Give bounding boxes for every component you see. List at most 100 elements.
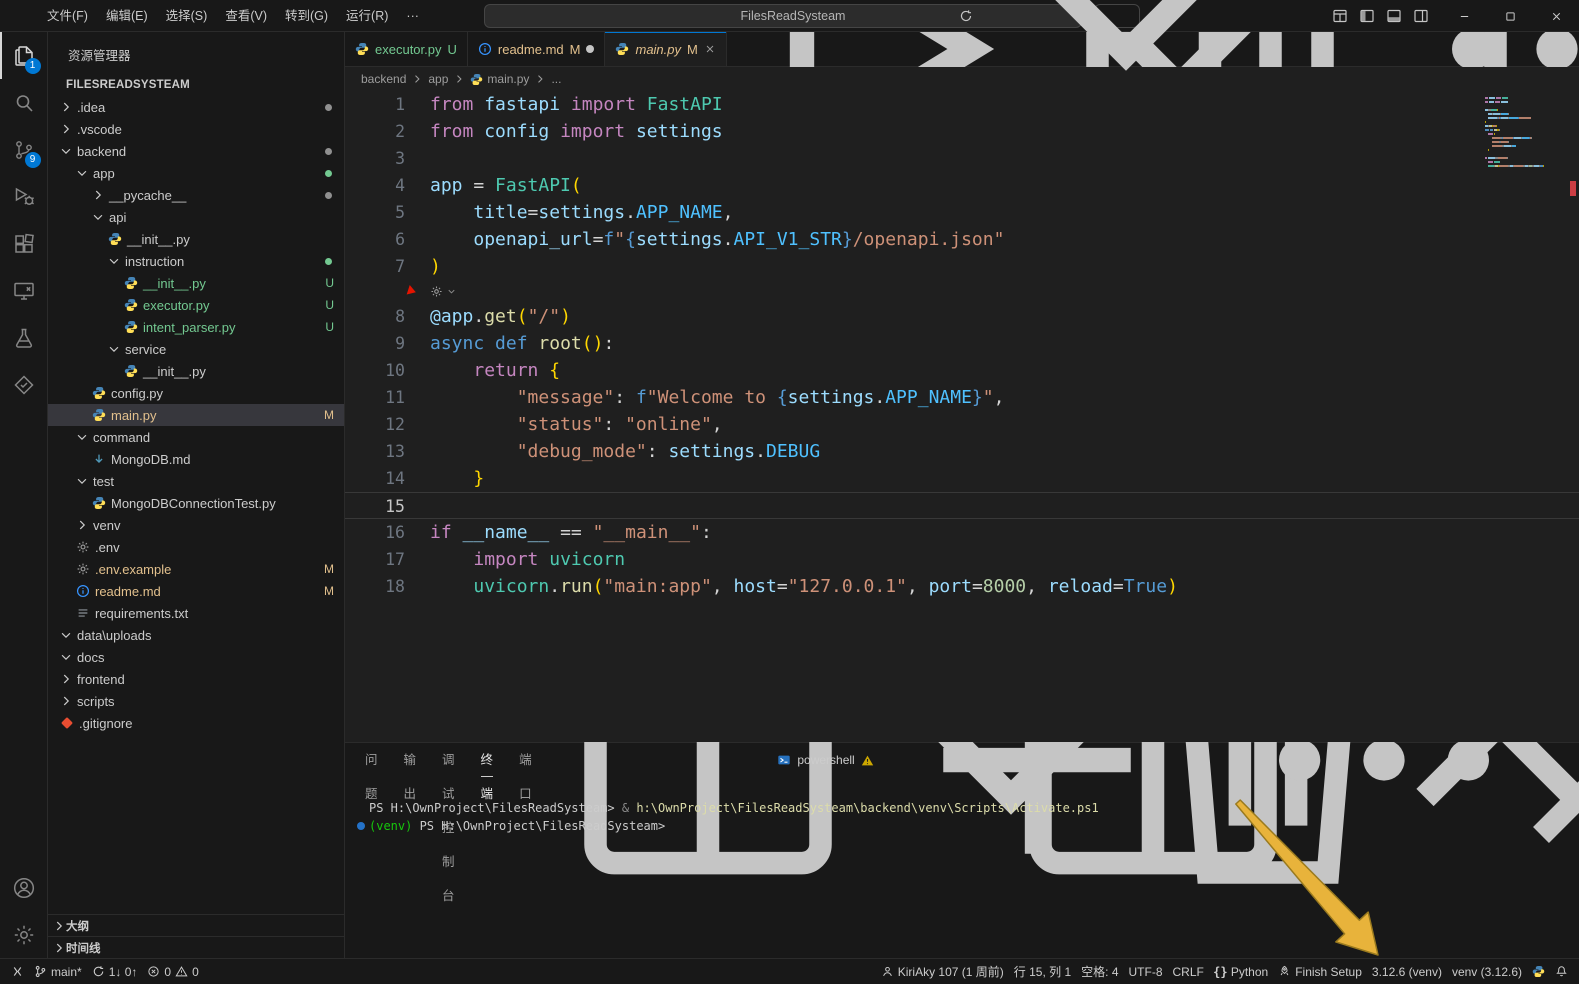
menu-item[interactable]: 文件(F) bbox=[38, 5, 97, 27]
command-decoration-icon[interactable] bbox=[357, 822, 365, 830]
code-line-15[interactable]: 15 bbox=[345, 492, 1579, 519]
breadcrumb-item[interactable]: backend bbox=[361, 72, 406, 86]
code-line-10[interactable]: 10 return { bbox=[345, 357, 1579, 384]
status-python-environment[interactable]: venv (3.12.6) bbox=[1447, 959, 1527, 984]
tree-item-config.py[interactable]: config.py bbox=[48, 382, 344, 404]
terminal-tab-powershell[interactable]: powershell bbox=[777, 753, 873, 767]
activity-extensions[interactable] bbox=[0, 220, 48, 267]
code-line-7[interactable]: 7 ) bbox=[345, 253, 1579, 280]
breadcrumb-item[interactable]: app bbox=[428, 72, 448, 86]
activity-explorer[interactable]: 1 bbox=[0, 32, 48, 79]
status-remote-indicator[interactable] bbox=[6, 959, 29, 984]
go-forward-icon[interactable] bbox=[456, 8, 472, 24]
code-line-18[interactable]: 18 uvicorn.run("main:app", host="127.0.0… bbox=[345, 573, 1579, 600]
tree-item-intent_parser.py[interactable]: intent_parser.pyU bbox=[48, 316, 344, 338]
tree-item-__init__.py[interactable]: __init__.py bbox=[48, 360, 344, 382]
status-gitlens-blame[interactable]: KiriAky 107 (1 周前) bbox=[876, 959, 1009, 984]
code-line-13[interactable]: 13 "debug_mode": settings.DEBUG bbox=[345, 438, 1579, 465]
tree-item-executor.py[interactable]: executor.pyU bbox=[48, 294, 344, 316]
toggle-panel-icon[interactable] bbox=[1386, 8, 1402, 24]
status-python-interpreter[interactable]: 3.12.6 (venv) bbox=[1367, 959, 1447, 984]
code-line-6[interactable]: 6 openapi_url=f"{settings.API_V1_STR}/op… bbox=[345, 226, 1579, 253]
panel-tab-输出[interactable]: 输出 bbox=[404, 743, 417, 777]
breadcrumb-item[interactable]: main.py bbox=[470, 72, 529, 86]
panel-tab-终端[interactable]: 终端 bbox=[481, 743, 494, 777]
code-line-4[interactable]: 4 app = FastAPI( bbox=[345, 172, 1579, 199]
menu-item[interactable]: 选择(S) bbox=[157, 5, 217, 27]
activity-source-control[interactable]: 9 bbox=[0, 126, 48, 173]
code-line-2[interactable]: 2 from config import settings bbox=[345, 118, 1579, 145]
code-line-14[interactable]: 14 } bbox=[345, 465, 1579, 492]
activity-search[interactable] bbox=[0, 79, 48, 126]
tree-item-backend[interactable]: backend bbox=[48, 140, 344, 162]
code-line-11[interactable]: 11 "message": f"Welcome to {settings.APP… bbox=[345, 384, 1579, 411]
menu-item[interactable]: 查看(V) bbox=[216, 5, 276, 27]
tree-item-__init__.py[interactable]: __init__.pyU bbox=[48, 272, 344, 294]
tree-item-test[interactable]: test bbox=[48, 470, 344, 492]
status-indentation[interactable]: 空格: 4 bbox=[1076, 959, 1123, 984]
activity-accounts[interactable] bbox=[0, 864, 48, 911]
sidebar-section-大纲[interactable]: 大纲 bbox=[48, 914, 344, 936]
tree-item-main.py[interactable]: main.pyM bbox=[48, 404, 344, 426]
editor-tab-executor.py[interactable]: executor.py U bbox=[345, 32, 468, 66]
code-line-3[interactable]: 3 bbox=[345, 145, 1579, 172]
tree-item-scripts[interactable]: scripts bbox=[48, 690, 344, 712]
breadcrumb[interactable]: backend app main.py ... bbox=[345, 67, 1579, 91]
code-line-1[interactable]: 1 from fastapi import FastAPI bbox=[345, 91, 1579, 118]
activity-run-and-debug[interactable] bbox=[0, 173, 48, 220]
tree-item-.vscode[interactable]: .vscode bbox=[48, 118, 344, 140]
tree-item-data-uploads[interactable]: data\uploads bbox=[48, 624, 344, 646]
code-line-17[interactable]: 17 import uvicorn bbox=[345, 546, 1579, 573]
tree-item-service[interactable]: service bbox=[48, 338, 344, 360]
tree-item-instruction[interactable]: instruction bbox=[48, 250, 344, 272]
tree-item-.env.example[interactable]: .env.exampleM bbox=[48, 558, 344, 580]
tree-item-__init__.py[interactable]: __init__.py bbox=[48, 228, 344, 250]
editor-tab-main.py[interactable]: main.py M bbox=[605, 32, 726, 66]
close-icon[interactable] bbox=[704, 43, 716, 55]
status-cursor-position[interactable]: 行 15, 列 1 bbox=[1009, 959, 1076, 984]
code-line-8[interactable]: 8 @app.get("/") bbox=[345, 303, 1579, 330]
tree-item-requirements.txt[interactable]: requirements.txt bbox=[48, 602, 344, 624]
tree-item-command[interactable]: command bbox=[48, 426, 344, 448]
sidebar-more-actions-icon[interactable] bbox=[314, 46, 330, 62]
activity-manage[interactable] bbox=[0, 911, 48, 958]
tree-item-.idea[interactable]: .idea bbox=[48, 96, 344, 118]
tree-item-frontend[interactable]: frontend bbox=[48, 668, 344, 690]
sidebar-section-时间线[interactable]: 时间线 bbox=[48, 936, 344, 958]
status-problems[interactable]: 00 bbox=[142, 959, 203, 984]
status-git-branch[interactable]: main* bbox=[29, 959, 87, 984]
minimize-button[interactable] bbox=[1441, 0, 1487, 32]
code-line-5[interactable]: 5 title=settings.APP_NAME, bbox=[345, 199, 1579, 226]
breadcrumb-item[interactable]: ... bbox=[551, 72, 561, 86]
tree-item-.env[interactable]: .env bbox=[48, 536, 344, 558]
menu-item[interactable]: 编辑(E) bbox=[97, 5, 157, 27]
code-editor[interactable]: 1 from fastapi import FastAPI 2 from con… bbox=[345, 91, 1579, 742]
panel-tab-问题[interactable]: 问题 bbox=[365, 743, 378, 777]
customize-layout-icon[interactable] bbox=[1332, 8, 1348, 24]
status-git-sync[interactable]: 1↓ 0↑ bbox=[87, 959, 143, 984]
panel-tab-调试控制台[interactable]: 调试控制台 bbox=[442, 743, 455, 777]
go-back-icon[interactable] bbox=[424, 8, 440, 24]
tree-item-MongoDB.md[interactable]: MongoDB.md bbox=[48, 448, 344, 470]
code-line-12[interactable]: 12 "status": "online", bbox=[345, 411, 1579, 438]
panel-tab-端口[interactable]: 端口 bbox=[519, 743, 532, 777]
gear-widget-icon[interactable] bbox=[430, 285, 443, 298]
status-language-mode[interactable]: {}Python bbox=[1209, 959, 1273, 984]
terminal[interactable]: PS H:\OwnProject\FilesReadSysteam> & h:\… bbox=[345, 777, 1579, 958]
tree-item-api[interactable]: api bbox=[48, 206, 344, 228]
activity-testing[interactable] bbox=[0, 314, 48, 361]
status-python-env-icon[interactable] bbox=[1527, 959, 1550, 984]
toggle-primary-sidebar-icon[interactable] bbox=[1359, 8, 1375, 24]
menu-item[interactable]: 转到(G) bbox=[276, 5, 337, 27]
workspace-section-header[interactable]: FILESREADSYSTEAM bbox=[48, 74, 344, 96]
tree-item-app[interactable]: app bbox=[48, 162, 344, 184]
status-encoding[interactable]: UTF-8 bbox=[1124, 959, 1168, 984]
tree-item-MongoDBConnectionTest.py[interactable]: MongoDBConnectionTest.py bbox=[48, 492, 344, 514]
tree-item-__pycache__[interactable]: __pycache__ bbox=[48, 184, 344, 206]
chevron-down-icon[interactable] bbox=[446, 286, 457, 297]
status-end-of-line[interactable]: CRLF bbox=[1168, 959, 1209, 984]
minimap[interactable] bbox=[1485, 97, 1563, 169]
status-finish-setup[interactable]: Finish Setup bbox=[1273, 959, 1367, 984]
maximize-button[interactable] bbox=[1487, 0, 1533, 32]
activity-ai-extension[interactable] bbox=[0, 361, 48, 408]
